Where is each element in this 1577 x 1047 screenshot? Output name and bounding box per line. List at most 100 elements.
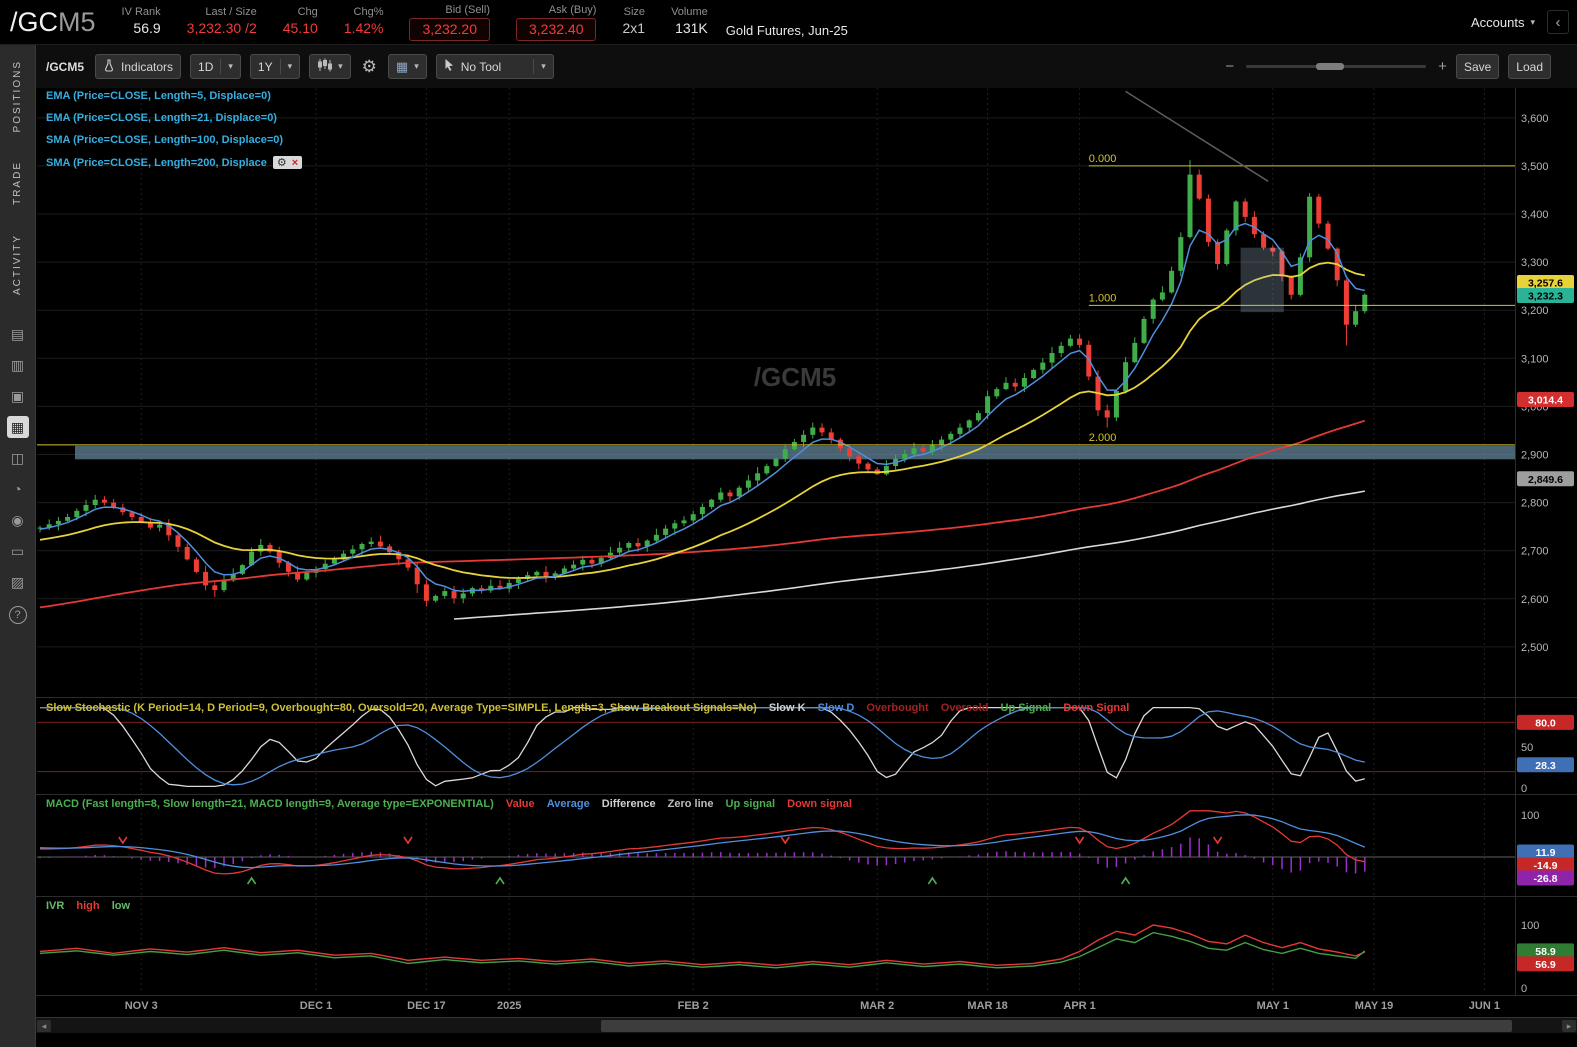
stoch-legend-down-signal: Down Signal bbox=[1063, 702, 1130, 714]
study-settings-icon[interactable]: ⚙ bbox=[277, 156, 287, 169]
drawing-tool-dropdown[interactable]: No Tool ▾ bbox=[435, 54, 554, 79]
ask-value[interactable]: 3,232.40 bbox=[515, 17, 597, 41]
price-tick: 3,600 bbox=[1521, 113, 1549, 125]
field-chg: Chg 45.10 bbox=[283, 6, 318, 38]
stoch-study-label[interactable]: Slow Stochastic (K Period=14, D Period=9… bbox=[46, 702, 1129, 714]
chevron-down-icon: ▾ bbox=[414, 61, 419, 71]
time-axis-label: FEB 2 bbox=[678, 1000, 709, 1012]
svg-text:3,014.4: 3,014.4 bbox=[1528, 395, 1563, 407]
macd-legend-zero-line: Zero line bbox=[667, 798, 714, 810]
macd-legend-value: Value bbox=[505, 798, 535, 810]
price-tick: 2,800 bbox=[1521, 498, 1549, 510]
bid-button[interactable]: Bid (Sell) 3,232.20 bbox=[409, 4, 490, 41]
ivr-study-label[interactable]: IVR high low bbox=[46, 900, 130, 912]
svg-text:80.0: 80.0 bbox=[1535, 717, 1556, 729]
save-button[interactable]: Save bbox=[1455, 54, 1500, 79]
sidebar-tab-trade[interactable]: TRADE bbox=[0, 146, 36, 219]
time-scrollbar[interactable]: ◂ ▸ bbox=[36, 1017, 1577, 1033]
sidebar-tab-activity[interactable]: ACTIVITY bbox=[0, 219, 36, 309]
study-remove-icon[interactable]: × bbox=[292, 157, 298, 169]
time-axis-label: MAY 1 bbox=[1257, 1000, 1289, 1012]
chart-canvas[interactable]: NOV 3 DEC 1 DEC 17 2025 FEB 2 MAR 2 MAR 18 APR … bbox=[36, 88, 1577, 1015]
svg-text:58.9: 58.9 bbox=[1535, 946, 1556, 958]
accounts-menu[interactable]: Accounts ▾ bbox=[1471, 15, 1535, 30]
candles bbox=[37, 160, 1368, 607]
scrollbar-thumb[interactable] bbox=[601, 1020, 1512, 1032]
zoom-slider[interactable] bbox=[1246, 63, 1427, 70]
macd-down-signal-arrow bbox=[403, 836, 413, 845]
ivr-tick: 0 bbox=[1521, 983, 1527, 995]
selection-box[interactable] bbox=[1240, 247, 1284, 313]
chevron-down-icon: ▾ bbox=[338, 61, 343, 71]
study-label-ema21[interactable]: EMA (Price=CLOSE, Length=21, Displace=0) bbox=[46, 112, 277, 124]
price-tick: 3,500 bbox=[1521, 161, 1549, 173]
candlestick-type-icon bbox=[317, 58, 333, 75]
time-axis-label: MAY 19 bbox=[1355, 1000, 1394, 1012]
ask-button[interactable]: Ask (Buy) 3,232.40 bbox=[515, 4, 597, 41]
stoch-tick: 0 bbox=[1521, 783, 1527, 795]
time-axis-label: MAR 18 bbox=[967, 1000, 1007, 1012]
chart-icon[interactable]: ▦ bbox=[6, 416, 29, 439]
chevron-down-icon: ▾ bbox=[541, 61, 546, 71]
field-label: Bid (Sell) bbox=[445, 3, 490, 16]
field-label: Chg bbox=[297, 6, 318, 18]
macd-study-label[interactable]: MACD (Fast length=8, Slow length=21, MAC… bbox=[46, 798, 852, 810]
svg-text:3,232.3: 3,232.3 bbox=[1528, 291, 1563, 303]
chart-type-dropdown[interactable]: ▾ bbox=[309, 54, 351, 79]
help-icon[interactable]: ? bbox=[8, 606, 27, 625]
trading-platform: /GCM5 IV Rank 56.9 Last / Size 3,232.30 … bbox=[0, 0, 1577, 1047]
clock-icon[interactable]: ◔ bbox=[7, 478, 29, 500]
accounts-label: Accounts bbox=[1470, 14, 1525, 30]
macd-up-signal-arrow bbox=[1120, 876, 1131, 885]
grid-layout-dropdown[interactable]: ▦ ▾ bbox=[387, 54, 427, 79]
time-axis-label: MAR 2 bbox=[860, 1000, 894, 1012]
study-label-sma200[interactable]: SMA (Price=CLOSE, Length=200, Displace ⚙ × bbox=[46, 156, 303, 169]
macd-up-signal-arrow bbox=[495, 876, 505, 885]
left-sidebar: POSITIONS TRADE ACTIVITY ▤ ▥ ▣ ▦ ◫ ◔ ◉ ▭… bbox=[0, 45, 36, 1047]
sma200-line bbox=[453, 490, 1365, 620]
study-label-sma100[interactable]: SMA (Price=CLOSE, Length=100, Displace=0… bbox=[46, 134, 283, 146]
price-tick: 3,400 bbox=[1521, 209, 1549, 221]
scroll-right-button[interactable]: ▸ bbox=[1562, 1020, 1576, 1032]
chart-settings-gear-icon[interactable]: ⚙ bbox=[360, 57, 379, 77]
stoch-legend-up-signal: Up Signal bbox=[1000, 702, 1052, 714]
zoom-out-button[interactable]: − bbox=[1225, 58, 1234, 75]
quote-header: /GCM5 IV Rank 56.9 Last / Size 3,232.30 … bbox=[0, 0, 1577, 45]
range-dropdown[interactable]: 1Y ▾ bbox=[249, 54, 301, 79]
macd-down-signal-arrow bbox=[1212, 836, 1223, 845]
field-chg-pct: Chg% 1.42% bbox=[344, 6, 384, 38]
video-icon[interactable]: ▭ bbox=[7, 540, 29, 562]
ema5-line bbox=[39, 222, 1365, 593]
macd-tick: 100 bbox=[1521, 810, 1539, 822]
price-tick: 2,900 bbox=[1521, 450, 1549, 462]
bid-value[interactable]: 3,232.20 bbox=[409, 17, 490, 41]
zoom-in-button[interactable]: + bbox=[1438, 58, 1447, 75]
news-icon[interactable]: ▤ bbox=[7, 323, 29, 345]
zoom-slider-handle[interactable] bbox=[1316, 63, 1345, 70]
scanner-icon[interactable]: ◫ bbox=[7, 447, 29, 469]
field-iv-rank: IV Rank 56.9 bbox=[122, 6, 161, 38]
time-axis-label: 2025 bbox=[497, 1000, 521, 1012]
load-button[interactable]: Load bbox=[1508, 54, 1551, 79]
field-value: 2x1 bbox=[622, 20, 646, 36]
ivr-legend-high: high bbox=[76, 900, 100, 912]
calendar-icon[interactable]: ▣ bbox=[7, 385, 29, 407]
indicators-button[interactable]: Indicators bbox=[95, 54, 182, 79]
watchlist-icon[interactable]: ▥ bbox=[7, 354, 29, 376]
chart-toolbar: /GCM5 Indicators 1D ▾ 1Y ▾ ▾ ⚙ ▦ ▾ No To… bbox=[36, 45, 1577, 88]
collapse-panel-button[interactable]: ‹ bbox=[1547, 10, 1569, 34]
price-tick: 3,300 bbox=[1521, 257, 1549, 269]
aggregation-dropdown[interactable]: 1D ▾ bbox=[190, 54, 241, 79]
trendline[interactable] bbox=[1125, 90, 1269, 182]
chevron-down-icon: ▾ bbox=[287, 61, 293, 71]
macd-value-line bbox=[40, 810, 1365, 875]
time-axis-label: JUN 1 bbox=[1469, 1000, 1500, 1012]
study-label-ema5[interactable]: EMA (Price=CLOSE, Length=5, Displace=0) bbox=[46, 90, 271, 102]
scroll-left-button[interactable]: ◂ bbox=[37, 1020, 51, 1032]
stoch-legend-slow-d: Slow D bbox=[817, 702, 855, 714]
sidebar-tab-positions[interactable]: POSITIONS bbox=[0, 45, 36, 146]
community-icon[interactable]: ◉ bbox=[7, 509, 29, 531]
slow-k-line bbox=[40, 706, 1365, 788]
field-value: 56.9 bbox=[133, 20, 161, 36]
widgets-icon[interactable]: ▨ bbox=[7, 571, 29, 593]
